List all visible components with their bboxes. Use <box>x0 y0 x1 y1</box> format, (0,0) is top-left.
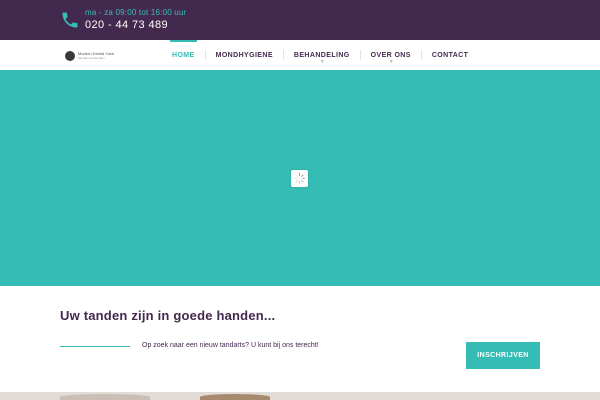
tooth-logo-icon <box>65 51 75 61</box>
phone-number[interactable]: 020 - 44 73 489 <box>85 19 168 31</box>
nav-item-label: HOME <box>172 51 195 59</box>
nav-item-contact[interactable]: CONTACT <box>425 40 476 70</box>
nav-separator <box>420 50 422 60</box>
nav-item-home[interactable]: HOME <box>165 40 202 70</box>
nav-item-behandeling[interactable]: BEHANDELING ▼ <box>287 40 357 70</box>
chevron-down-icon: ▼ <box>388 59 395 65</box>
signup-button[interactable]: INSCHRIJVEN <box>466 342 540 369</box>
main-navbar: Modern Dental Care tandarts amsterdam HO… <box>0 40 600 70</box>
spinner-icon <box>291 170 308 187</box>
intro-section: Uw tanden zijn in goede handen... Op zoe… <box>0 286 600 392</box>
main-menu: HOME MONDHYGIENE BEHANDELING ▼ OVER ONS … <box>165 40 475 70</box>
intro-text: Op zoek naar een nieuw tandarts? U kunt … <box>142 342 319 349</box>
top-bar: ma - za 09:00 tot 16:00 uur 020 - 44 73 … <box>0 0 600 40</box>
nav-item-mondhygiene[interactable]: MONDHYGIENE <box>209 40 280 70</box>
hero-slider <box>0 70 600 286</box>
opening-hours: ma - za 09:00 tot 16:00 uur <box>85 8 187 17</box>
nav-separator <box>282 50 284 60</box>
chevron-down-icon: ▼ <box>319 59 326 65</box>
nav-separator <box>359 50 361 60</box>
nav-item-label: OVER ONS <box>370 51 411 59</box>
team-photo-person <box>200 394 270 400</box>
nav-separator <box>204 50 206 60</box>
site-logo[interactable]: Modern Dental Care tandarts amsterdam <box>65 51 127 61</box>
logo-tagline: tandarts amsterdam <box>78 56 105 60</box>
nav-item-over-ons[interactable]: OVER ONS ▼ <box>364 40 418 70</box>
nav-item-label: BEHANDELING <box>293 51 350 59</box>
nav-item-label: CONTACT <box>431 51 469 59</box>
team-photo-person <box>60 394 150 400</box>
phone-icon <box>62 12 78 28</box>
nav-item-label: MONDHYGIENE <box>215 51 273 59</box>
intro-heading: Uw tanden zijn in goede handen... <box>60 308 276 323</box>
intro-divider <box>60 346 130 347</box>
